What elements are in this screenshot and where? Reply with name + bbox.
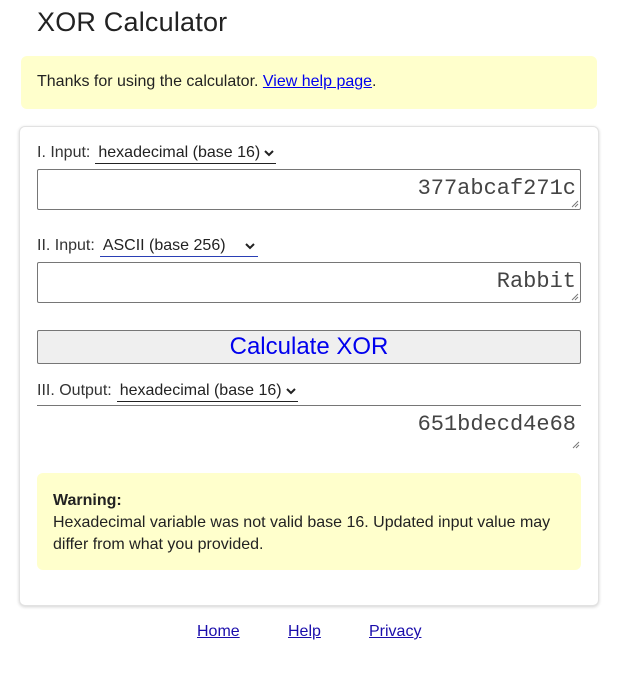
footer-help-link[interactable]: Help <box>288 623 321 641</box>
warning-title: Warning: <box>53 492 122 509</box>
input2-base-select[interactable]: ASCII (base 256) <box>99 237 258 257</box>
input1-field[interactable]: 377abcaf271c <box>37 169 581 210</box>
help-page-link[interactable]: View help page <box>263 73 372 90</box>
input1-base-value: hexadecimal (base 16) <box>98 144 261 161</box>
input2-field[interactable]: Rabbit <box>37 262 581 303</box>
resize-grip-icon[interactable] <box>571 440 580 449</box>
input1-label: I. Input: <box>37 144 91 161</box>
input2-row: II. Input: ASCII (base 256) <box>37 237 258 257</box>
output-base-value: hexadecimal (base 16) <box>119 382 282 399</box>
input2-label: II. Input: <box>37 237 95 254</box>
input2-base-value: ASCII (base 256) <box>102 237 226 254</box>
page-title: XOR Calculator <box>37 7 228 37</box>
chevron-down-icon <box>244 243 255 250</box>
output-value: 651bdecd4e68 <box>417 412 576 437</box>
output-base-select[interactable]: hexadecimal (base 16) <box>116 382 298 402</box>
input1-base-select[interactable]: hexadecimal (base 16) <box>95 144 277 164</box>
notice-banner: Thanks for using the calculator. View he… <box>21 56 597 109</box>
page: XOR Calculator Thanks for using the calc… <box>0 0 626 676</box>
output-row: III. Output: hexadecimal (base 16) <box>37 382 298 402</box>
notice-text: Thanks for using the calculator. <box>37 73 263 90</box>
resize-grip-icon[interactable] <box>570 292 579 301</box>
output-field[interactable]: 651bdecd4e68 <box>37 405 581 451</box>
footer-home-link[interactable]: Home <box>197 623 240 641</box>
input1-value: 377abcaf271c <box>417 176 576 201</box>
chevron-down-icon <box>285 388 296 395</box>
input2-value: Rabbit <box>496 269 576 294</box>
input1-row: I. Input: hexadecimal (base 16) <box>37 144 277 164</box>
output-label: III. Output: <box>37 382 112 399</box>
notice-suffix: . <box>372 73 377 90</box>
warning-message: Hexadecimal variable was not valid base … <box>53 514 551 553</box>
resize-grip-icon[interactable] <box>570 199 579 208</box>
calculate-xor-button[interactable]: Calculate XOR <box>37 330 581 364</box>
chevron-down-icon <box>264 150 274 157</box>
warning-box: Warning: Hexadecimal variable was not va… <box>37 473 581 570</box>
footer-privacy-link[interactable]: Privacy <box>369 623 421 641</box>
